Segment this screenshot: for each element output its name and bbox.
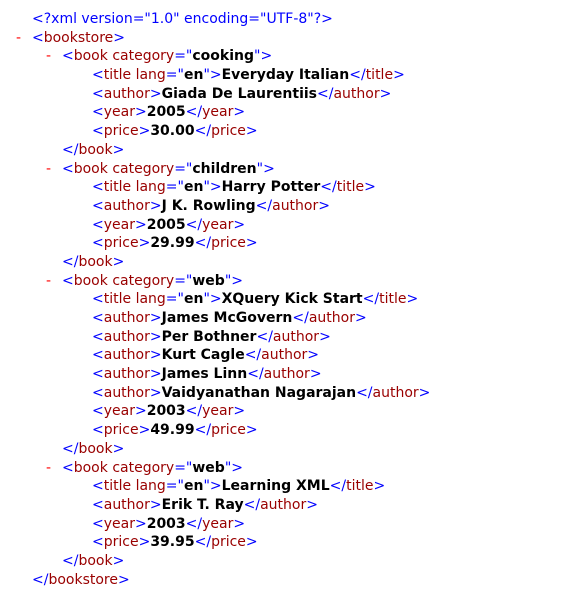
author-line: <author>J K. Rowling</author> (92, 197, 330, 214)
authors-group: <author>Erik T. Ray</author> (16, 496, 577, 515)
year-line: <year>2005</year> (92, 216, 246, 233)
author-line: <author>James Linn</author> (92, 366, 322, 383)
title-lang: en (183, 291, 204, 308)
collapse-toggle-book[interactable]: - (46, 459, 51, 478)
collapse-toggle-book[interactable]: - (46, 160, 51, 179)
collapse-toggle-book[interactable]: - (46, 47, 51, 66)
book-category: cooking (192, 48, 254, 65)
xml-tree-view: <?xml version="1.0" encoding="UTF-8"?> -… (0, 0, 577, 589)
book-category: web (192, 272, 225, 289)
year-line: <year>2003</year> (92, 515, 246, 532)
price-line: <price>39.95</price> (92, 534, 258, 551)
book-price: 29.99 (150, 235, 195, 252)
author-line: <author>Kurt Cagle</author> (92, 347, 320, 364)
title-lang: en (183, 67, 204, 84)
tag-name: bookstore (48, 571, 118, 588)
xml-declaration-text: <?xml version="1.0" encoding="UTF-8"?> (32, 11, 333, 27)
collapse-toggle-book[interactable]: - (46, 272, 51, 291)
book-element: - <book category="web"> <title lang="en"… (16, 459, 577, 571)
book-category: web (192, 459, 225, 476)
book-element: - <book category="children"> <title lang… (16, 160, 577, 272)
book-element: - <book category="web"> <title lang="en"… (16, 272, 577, 459)
authors-group: <author>Giada De Laurentiis</author> (16, 85, 577, 104)
book-year: 2005 (146, 104, 186, 121)
author-line: <author>Per Bothner</author> (92, 328, 331, 345)
book-author: Giada De Laurentiis (161, 85, 318, 102)
title-line: <title lang="en">XQuery Kick Start</titl… (92, 291, 419, 308)
price-line: <price>29.99</price> (92, 235, 258, 252)
xml-declaration: <?xml version="1.0" encoding="UTF-8"?> (16, 10, 577, 29)
collapse-toggle-bookstore[interactable]: - (16, 29, 21, 48)
book-author: James McGovern (161, 310, 293, 326)
year-line: <year>2005</year> (92, 104, 246, 121)
title-line: <title lang="en">Everyday Italian</title… (92, 67, 405, 84)
book-author: Vaidyanathan Nagarajan (161, 384, 357, 401)
book-open-line: - <book category="cooking"> (46, 47, 273, 66)
book-title: Everyday Italian (221, 67, 350, 84)
book-title: XQuery Kick Start (221, 291, 363, 308)
book-element: - <book category="cooking"> <title lang=… (16, 47, 577, 159)
book-author: James Linn (161, 366, 248, 383)
author-line: <author>Erik T. Ray</author> (92, 496, 318, 513)
book-open-line: - <book category="children"> (46, 160, 275, 179)
author-line: <author>Vaidyanathan Nagarajan</author> (92, 384, 431, 401)
book-title: Learning XML (221, 478, 330, 495)
book-close-line: </book> (62, 141, 125, 158)
book-author: Erik T. Ray (161, 496, 244, 513)
book-author: J K. Rowling (161, 197, 256, 214)
book-close-line: </book> (62, 253, 125, 270)
title-line: <title lang="en">Learning XML</title> (92, 478, 386, 495)
book-price: 49.99 (150, 422, 195, 439)
book-author: Kurt Cagle (161, 347, 245, 364)
book-open-line: - <book category="web"> (46, 459, 243, 478)
bookstore-close-line: </bookstore> (32, 571, 130, 588)
book-close-line: </book> (62, 440, 125, 457)
book-year: 2005 (146, 216, 186, 233)
book-category: children (192, 160, 257, 177)
book-year: 2003 (146, 515, 186, 532)
book-open-line: - <book category="web"> (46, 272, 243, 291)
title-lang: en (183, 478, 204, 495)
price-line: <price>49.99</price> (92, 422, 258, 439)
author-line: <author>James McGovern</author> (92, 310, 367, 326)
tag-name: bookstore (43, 29, 114, 46)
authors-group: <author>J K. Rowling</author> (16, 197, 577, 216)
books-container: - <book category="cooking"> <title lang=… (16, 47, 577, 570)
book-close-line: </book> (62, 552, 125, 569)
price-line: <price>30.00</price> (92, 123, 258, 140)
authors-group: <author>James McGovern</author> <author>… (16, 309, 577, 402)
book-title: Harry Potter (221, 179, 321, 196)
book-year: 2003 (146, 403, 186, 420)
title-lang: en (183, 179, 204, 196)
title-line: <title lang="en">Harry Potter</title> (92, 179, 376, 196)
book-price: 39.95 (150, 534, 195, 551)
bookstore-open-line: - <bookstore> (16, 29, 126, 48)
book-author: Per Bothner (161, 328, 257, 345)
author-line: <author>Giada De Laurentiis</author> (92, 85, 392, 102)
year-line: <year>2003</year> (92, 403, 246, 420)
book-price: 30.00 (150, 123, 195, 140)
